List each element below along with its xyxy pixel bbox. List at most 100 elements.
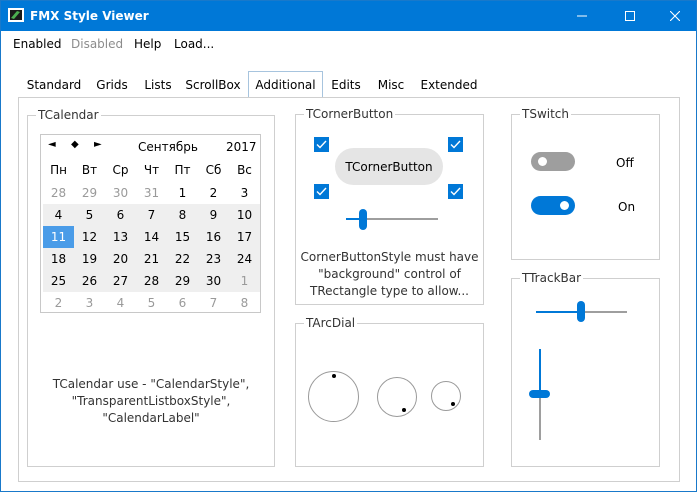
prev-month-icon[interactable]: ◄: [48, 139, 56, 150]
arc-dial-large[interactable]: [308, 371, 359, 422]
calendar-week-row: 2345678: [43, 292, 260, 314]
corner-button-group-title: TCornerButton: [304, 107, 396, 121]
calendar-group-title: TCalendar: [36, 108, 101, 122]
calendar-week-row: 18 19 20 21 22 23 24: [43, 248, 260, 270]
menu-bar: Enabled Disabled Help Load...: [1, 31, 696, 57]
calendar-day[interactable]: 8: [229, 292, 260, 314]
calendar[interactable]: ◄ ◆ ► Сентябрь 2017 Пн Вт Ср Чт Пт Сб Вс 28 29 30…: [40, 134, 261, 313]
arc-dial-small[interactable]: [431, 381, 461, 411]
tab-grids[interactable]: Grids: [89, 75, 135, 97]
calendar-day[interactable]: 15: [167, 226, 198, 248]
calendar-weekday: Чт: [143, 163, 160, 177]
close-button[interactable]: [652, 1, 697, 31]
calendar-day[interactable]: 18: [43, 248, 74, 270]
calendar-weekday: Пн: [50, 163, 67, 177]
calendar-day[interactable]: 5: [74, 204, 105, 226]
calendar-day[interactable]: 27: [105, 270, 136, 292]
tab-misc[interactable]: Misc: [370, 75, 412, 97]
switch-off-label: Off: [616, 156, 634, 170]
trackbar-group-title: TTrackBar: [520, 271, 584, 285]
trackbar-vertical-fill: [539, 349, 541, 394]
calendar-day[interactable]: 9: [198, 204, 229, 226]
calendar-day[interactable]: 7: [198, 292, 229, 314]
corner-slider-thumb[interactable]: [359, 209, 367, 230]
calendar-weekday-row: Пн Вт Ср Чт Пт Сб Вс: [43, 159, 260, 181]
menu-enabled[interactable]: Enabled: [13, 37, 62, 51]
tab-edits[interactable]: Edits: [327, 75, 365, 97]
trackbar-horizontal-thumb[interactable]: [577, 301, 585, 322]
corner-button[interactable]: TCornerButton: [335, 148, 443, 185]
calendar-day[interactable]: 20: [105, 248, 136, 270]
calendar-day[interactable]: 7: [136, 204, 167, 226]
next-month-icon[interactable]: ►: [94, 139, 102, 150]
calendar-day[interactable]: 14: [136, 226, 167, 248]
maximize-button[interactable]: [607, 1, 653, 31]
calendar-note-line2: "TransparentListboxStyle", "CalendarLabe…: [71, 394, 231, 425]
calendar-day[interactable]: 28: [136, 270, 167, 292]
tab-lists[interactable]: Lists: [139, 75, 177, 97]
today-icon[interactable]: ◆: [71, 139, 79, 150]
checkbox-bottom-left[interactable]: [314, 184, 329, 199]
calendar-header: ◄ ◆ ► Сентябрь 2017: [41, 135, 260, 159]
calendar-day[interactable]: 3: [229, 182, 260, 204]
checkbox-bottom-right[interactable]: [448, 184, 463, 199]
switch-on[interactable]: [531, 196, 575, 215]
checkbox-top-right[interactable]: [448, 137, 463, 152]
calendar-day[interactable]: 24: [229, 248, 260, 270]
switch-off[interactable]: [531, 152, 575, 171]
calendar-day[interactable]: 28: [43, 182, 74, 204]
calendar-day[interactable]: 2: [43, 292, 74, 314]
trackbar-vertical-thumb[interactable]: [529, 390, 550, 398]
calendar-day[interactable]: 2: [198, 182, 229, 204]
calendar-day[interactable]: 11: [43, 226, 74, 248]
calendar-note-line1: TCalendar use - "CalendarStyle",: [52, 377, 250, 391]
calendar-day[interactable]: 23: [198, 248, 229, 270]
window-title: FMX Style Viewer: [30, 9, 149, 23]
calendar-day[interactable]: 8: [167, 204, 198, 226]
calendar-day[interactable]: 13: [105, 226, 136, 248]
corner-note-line1: CornerButtonStyle must have: [300, 250, 479, 264]
checkbox-top-left[interactable]: [314, 137, 329, 152]
check-icon: [316, 187, 327, 196]
calendar-weekday: Вс: [237, 163, 252, 177]
arc-dial-medium-indicator: [402, 408, 406, 412]
menu-help[interactable]: Help: [134, 37, 161, 51]
calendar-day[interactable]: 1: [167, 182, 198, 204]
calendar-day[interactable]: 5: [136, 292, 167, 314]
tab-additional[interactable]: Additional: [248, 71, 323, 98]
app-window: FMX Style Viewer Enabled Disabled Help L…: [0, 0, 697, 492]
switch-group-title: TSwitch: [520, 107, 572, 121]
calendar-day[interactable]: 4: [43, 204, 74, 226]
calendar-day[interactable]: 21: [136, 248, 167, 270]
calendar-day[interactable]: 25: [43, 270, 74, 292]
calendar-day[interactable]: 4: [105, 292, 136, 314]
calendar-day[interactable]: 16: [198, 226, 229, 248]
arc-dial-medium[interactable]: [377, 377, 417, 417]
calendar-year: 2017: [226, 140, 257, 154]
calendar-day[interactable]: 17: [229, 226, 260, 248]
calendar-day[interactable]: 6: [105, 204, 136, 226]
corner-button-note: CornerButtonStyle must have "background"…: [299, 249, 480, 300]
calendar-day[interactable]: 1: [229, 270, 260, 292]
title-bar[interactable]: FMX Style Viewer: [1, 1, 696, 31]
calendar-day[interactable]: 19: [74, 248, 105, 270]
calendar-day[interactable]: 6: [167, 292, 198, 314]
calendar-day[interactable]: 26: [74, 270, 105, 292]
calendar-day[interactable]: 29: [74, 182, 105, 204]
calendar-day[interactable]: 3: [74, 292, 105, 314]
tab-scrollbox[interactable]: ScrollBox: [181, 75, 245, 97]
menu-load[interactable]: Load...: [174, 37, 214, 51]
calendar-day[interactable]: 29: [167, 270, 198, 292]
calendar-day[interactable]: 12: [74, 226, 105, 248]
check-icon: [316, 140, 327, 149]
calendar-day[interactable]: 30: [198, 270, 229, 292]
calendar-day[interactable]: 22: [167, 248, 198, 270]
calendar-month: Сентябрь: [138, 140, 198, 154]
calendar-day[interactable]: 30: [105, 182, 136, 204]
tab-standard[interactable]: Standard: [23, 75, 85, 97]
menu-disabled[interactable]: Disabled: [71, 37, 123, 51]
calendar-day[interactable]: 31: [136, 182, 167, 204]
minimize-button[interactable]: [559, 1, 605, 31]
calendar-day[interactable]: 10: [229, 204, 260, 226]
tab-extended[interactable]: Extended: [417, 75, 481, 97]
